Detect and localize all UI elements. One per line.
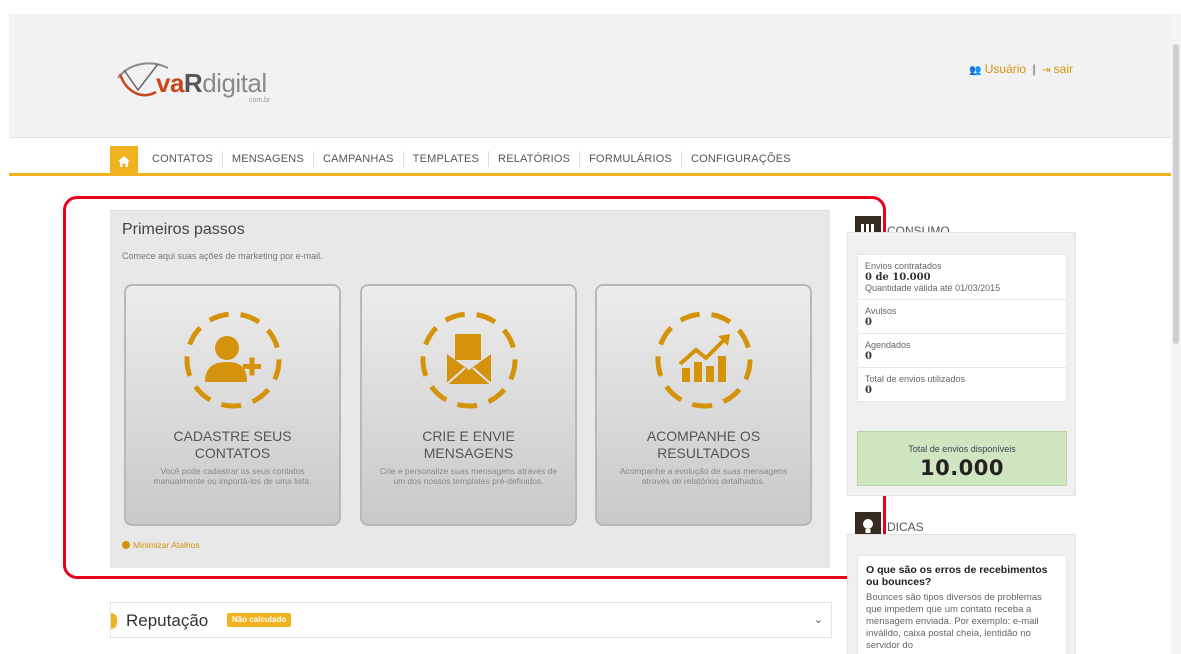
nav-item-configuracoes[interactable]: CONFIGURAÇÕES — [682, 151, 800, 167]
available-total-box: Total de envios disponíveis 10.000 — [857, 431, 1067, 486]
reputation-bar[interactable]: Reputação Não calculado ⌄ — [110, 602, 832, 638]
separator: | — [1032, 62, 1036, 76]
chevron-down-icon[interactable]: ⌄ — [814, 613, 823, 626]
chart-growth-icon — [655, 311, 753, 409]
tip-text: Bounces são tipos diversos de problemas … — [866, 592, 1042, 651]
card-track-results[interactable]: ACOMPANHE OS RESULTADOS Acompanhe a evol… — [595, 284, 812, 526]
card-title: CRIE E ENVIE MENSAGENS — [422, 428, 515, 461]
card-title: CADASTRE SEUS CONTATOS — [173, 428, 292, 461]
logo-wordmark: vaRdigital — [156, 68, 267, 98]
home-button[interactable] — [110, 146, 138, 176]
page-header: vaRdigital .com.br 👥 Usuário | ⇥ sair — [9, 14, 1171, 138]
tips-title: DICAS — [887, 520, 924, 534]
nav-item-contatos[interactable]: CONTATOS — [152, 151, 223, 167]
main-nav: CONTATOS MENSAGENS CAMPANHAS TEMPLATES R… — [9, 138, 1171, 176]
card-description: Crie e personalize suas mensagens atravé… — [379, 466, 558, 486]
nav-item-mensagens[interactable]: MENSAGENS — [223, 151, 314, 167]
home-icon — [118, 155, 130, 167]
available-value: 10.000 — [919, 456, 1005, 480]
reputation-title: Reputação — [126, 611, 209, 630]
scrollbar-thumb[interactable] — [1173, 44, 1179, 344]
logo-suffix: .com.br — [247, 97, 271, 104]
nav-item-relatorios[interactable]: RELATÓRIOS — [489, 151, 581, 167]
user-links: 👥 Usuário | ⇥ sair — [969, 62, 1073, 76]
tips-box: O que são os erros de recebimentos ou bo… — [847, 534, 1076, 654]
user-link[interactable]: Usuário — [985, 62, 1026, 76]
minimize-label: Minimizar Atalhos — [133, 540, 200, 550]
available-label: Total de envios disponíveis — [908, 444, 1016, 454]
consumption-box: Envios contratados 0 de 10.000 Quantidad… — [847, 232, 1076, 496]
contracted-stat: Envios contratados 0 de 10.000 Quantidad… — [858, 255, 1066, 300]
reputation-marker — [111, 613, 117, 629]
tips-content: O que são os erros de recebimentos ou bo… — [857, 555, 1067, 654]
page-scrollbar[interactable] — [1171, 14, 1181, 654]
card-title: ACOMPANHE OS RESULTADOS — [646, 428, 761, 461]
nav-item-formularios[interactable]: FORMULÁRIOS — [580, 151, 683, 167]
tip-question[interactable]: O que são os erros de recebimentos ou bo… — [858, 556, 1066, 592]
logout-link[interactable]: sair — [1054, 62, 1073, 76]
reputation-status-badge: Não calculado — [227, 613, 292, 627]
nav-item-campanhas[interactable]: CAMPANHAS — [314, 151, 404, 167]
user-icon: 👥 — [968, 65, 982, 76]
card-add-contacts[interactable]: CADASTRE SEUS CONTATOS Você pode cadastr… — [124, 284, 341, 526]
minimize-icon — [122, 541, 130, 549]
card-description: Você pode cadastrar os seus contatos man… — [153, 466, 312, 486]
first-steps-panel: Primeiros passos Comece aqui suas ações … — [110, 210, 830, 568]
envelope-icon — [420, 311, 518, 409]
first-steps-title: Primeiros passos — [122, 221, 245, 238]
logout-icon: ⇥ — [1041, 65, 1051, 76]
used-stat: Total de envios utilizados 0 — [865, 374, 966, 396]
avulsos-stat: Avulsos 0 — [858, 300, 1066, 334]
nav-item-templates[interactable]: TEMPLATES — [404, 151, 490, 167]
first-steps-subtitle: Comece aqui suas ações de marketing por … — [122, 251, 323, 261]
consumption-stats: Envios contratados 0 de 10.000 Quantidad… — [857, 254, 1067, 402]
minimize-shortcuts-link[interactable]: Minimizar Atalhos — [122, 540, 200, 550]
vardigital-logo[interactable]: vaRdigital .com.br — [112, 52, 302, 112]
card-description: Acompanhe a evolução de suas mensagens a… — [619, 466, 788, 486]
card-send-messages[interactable]: CRIE E ENVIE MENSAGENS Crie e personaliz… — [360, 284, 577, 526]
add-user-icon — [184, 311, 282, 409]
scheduled-stat: Agendados 0 — [858, 334, 1066, 368]
